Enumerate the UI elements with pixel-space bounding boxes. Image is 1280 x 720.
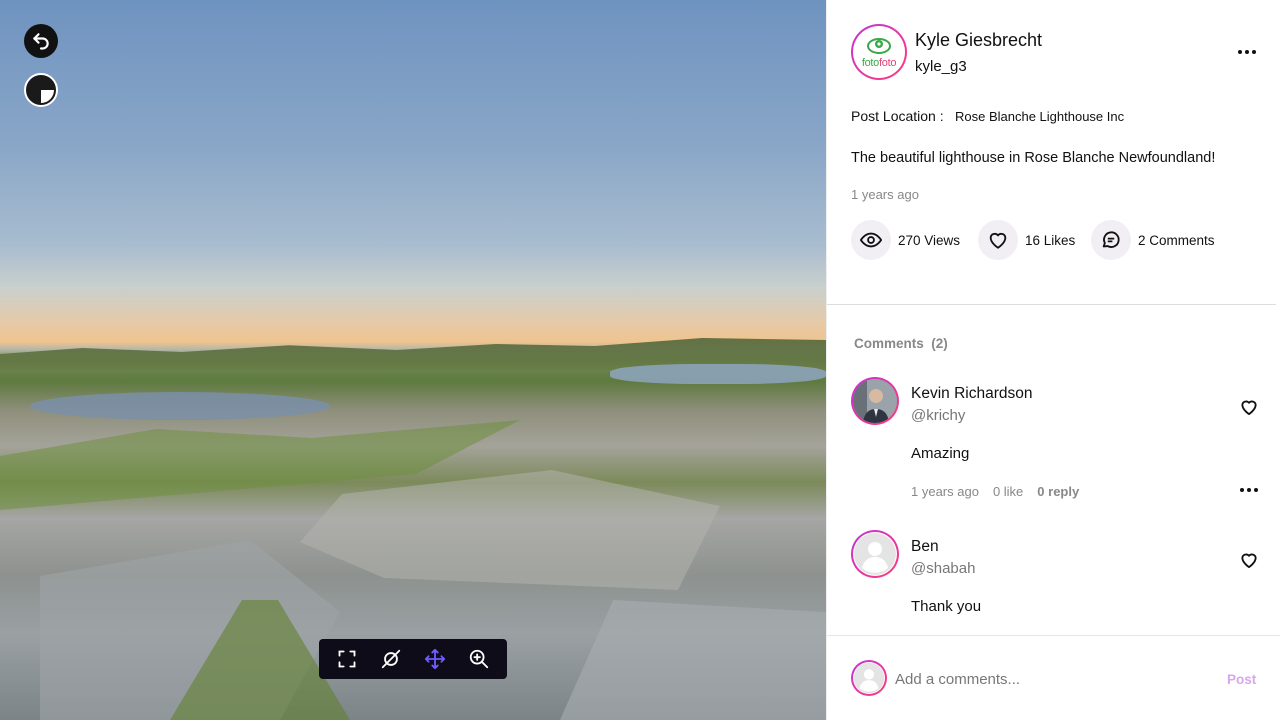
- viewer-toolbar: [319, 639, 507, 679]
- heart-icon: [989, 232, 1007, 249]
- zoom-button[interactable]: [461, 641, 497, 677]
- author-handle[interactable]: kyle_g3: [915, 58, 967, 75]
- commenter-handle[interactable]: @shabah: [911, 560, 975, 577]
- comment-reply-link[interactable]: 0 reply: [1037, 484, 1079, 499]
- post-time: 1 years ago: [851, 187, 919, 202]
- panorama-viewer[interactable]: [0, 0, 826, 720]
- comment-like-button[interactable]: [1239, 550, 1261, 572]
- commenter-avatar[interactable]: [851, 377, 899, 425]
- comments-heading-label: Comments: [854, 336, 924, 351]
- likes-stat[interactable]: 16 Likes: [978, 220, 1075, 260]
- heart-icon: [1241, 553, 1257, 568]
- commenter-photo: [853, 379, 897, 423]
- views-count: 270 Views: [898, 232, 961, 248]
- comments-stat[interactable]: 2 Comments: [1091, 220, 1215, 260]
- comment-bubble-icon: [1102, 231, 1120, 248]
- zoom-in-icon: [469, 649, 489, 669]
- comment-item: Kevin Richardson @krichy Amazing 1 years…: [851, 377, 1271, 517]
- comment-item: Ben @shabah Thank you: [851, 530, 1271, 630]
- logo-wordmark: fotofoto: [861, 57, 897, 69]
- comment-like-count[interactable]: 0 like: [993, 484, 1023, 499]
- logo-text-pink: foto: [879, 57, 897, 69]
- move-button[interactable]: [417, 641, 453, 677]
- comment-time: 1 years ago: [911, 484, 979, 499]
- user-placeholder-icon: [854, 533, 896, 575]
- panorama-water: [30, 392, 330, 420]
- orbit-button[interactable]: [373, 641, 409, 677]
- compass-button[interactable]: [24, 73, 58, 107]
- section-divider: [827, 304, 1276, 305]
- post-details-panel: fotofoto Kyle Giesbrecht kyle_g3 Post Lo…: [826, 0, 1280, 720]
- move-icon: [424, 648, 446, 670]
- add-comment-bar: Post: [827, 635, 1280, 720]
- commenter-avatar[interactable]: [851, 530, 899, 578]
- panorama-rock: [300, 470, 720, 590]
- views-stat: 270 Views: [851, 220, 960, 260]
- more-dots-icon: [1238, 50, 1256, 54]
- location-value[interactable]: Rose Blanche Lighthouse Inc: [955, 109, 1124, 124]
- views-icon-wrap: [851, 220, 891, 260]
- comments-heading: Comments (2): [854, 336, 948, 351]
- like-button[interactable]: [978, 220, 1018, 260]
- commenter-name[interactable]: Ben: [911, 538, 939, 556]
- comment-input[interactable]: [895, 666, 1205, 692]
- back-button[interactable]: [24, 24, 58, 58]
- commenter-name[interactable]: Kevin Richardson: [911, 385, 1032, 403]
- panorama-water-far: [610, 364, 826, 384]
- fullscreen-button[interactable]: [329, 641, 365, 677]
- comment-button[interactable]: [1091, 220, 1131, 260]
- comments-count: 2 Comments: [1138, 232, 1215, 248]
- person-photo-icon: [853, 379, 897, 423]
- eye-icon: [860, 232, 882, 248]
- default-avatar: [853, 532, 897, 576]
- comment-more-button[interactable]: [1235, 481, 1263, 499]
- post-more-button[interactable]: [1231, 40, 1263, 64]
- app-root: fotofoto Kyle Giesbrecht kyle_g3 Post Lo…: [0, 0, 1280, 720]
- user-placeholder-icon: [853, 662, 885, 694]
- logo-text-green: foto: [861, 57, 879, 69]
- commenter-handle[interactable]: @krichy: [911, 407, 965, 424]
- comment-meta: 1 years ago 0 like 0 reply: [911, 484, 1079, 499]
- comments-heading-count: (2): [931, 336, 948, 351]
- post-comment-button[interactable]: Post: [1227, 672, 1256, 687]
- author-avatar[interactable]: fotofoto: [851, 24, 907, 80]
- author-name[interactable]: Kyle Giesbrecht: [915, 30, 1042, 51]
- more-dots-icon: [1240, 488, 1258, 492]
- post-caption: The beautiful lighthouse in Rose Blanche…: [851, 150, 1216, 166]
- location-label: Post Location :: [851, 108, 944, 124]
- fullscreen-icon: [338, 650, 356, 668]
- fotofoto-logo: fotofoto: [853, 26, 905, 78]
- comment-text: Amazing: [911, 445, 970, 462]
- comment-like-button[interactable]: [1239, 397, 1261, 419]
- orbit-icon: [381, 649, 401, 669]
- compass-icon: [27, 76, 55, 104]
- current-user-avatar: [851, 660, 887, 696]
- heart-icon: [1241, 400, 1257, 415]
- likes-count: 16 Likes: [1025, 232, 1076, 248]
- location-pin-icon: [867, 38, 891, 54]
- comment-text: Thank you: [911, 598, 982, 615]
- panorama-rock-right: [560, 600, 826, 720]
- default-avatar: [853, 662, 885, 694]
- back-arrow-icon: [33, 33, 49, 50]
